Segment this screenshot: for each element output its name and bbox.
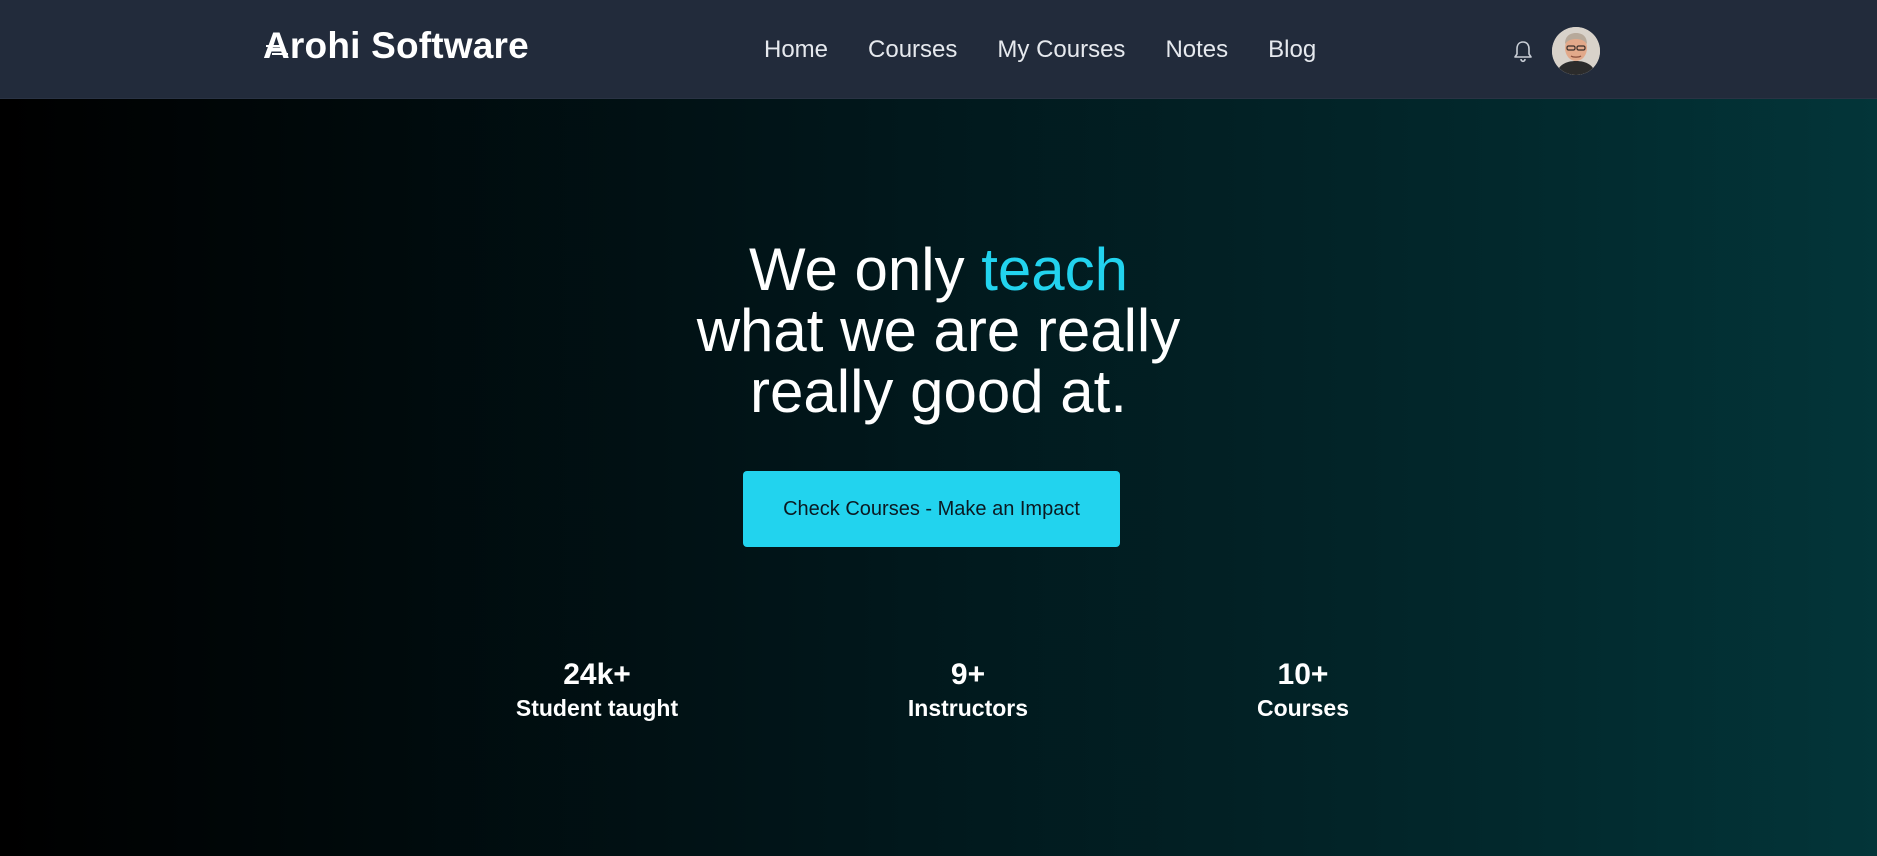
brand-mark-icon <box>266 45 288 55</box>
main-nav: Home Courses My Courses Notes Blog <box>764 32 1316 68</box>
stat-label: Student taught <box>515 695 679 721</box>
stat-value: 24k+ <box>563 658 631 691</box>
bell-icon[interactable] <box>1512 39 1534 63</box>
nav-item-blog[interactable]: Blog <box>1268 32 1316 68</box>
hero-headline: We only teach what we are really really … <box>0 239 1877 422</box>
stat-students: 24k+ Student taught <box>467 657 727 723</box>
nav-item-courses[interactable]: Courses <box>868 32 957 68</box>
stat-value: 10+ <box>1277 658 1329 691</box>
brand-name: Arohi Software <box>263 25 529 66</box>
avatar[interactable] <box>1552 27 1600 75</box>
stat-instructors: 9+ Instructors <box>838 657 1098 723</box>
nav-item-home[interactable]: Home <box>764 32 828 68</box>
headline-line2: what we are really <box>696 297 1181 364</box>
headline-line3: really good at. <box>750 358 1127 425</box>
brand-logo[interactable]: Arohi Software <box>263 24 529 68</box>
stat-value: 9+ <box>950 658 986 691</box>
headline-accent-word: teach <box>981 236 1129 303</box>
stat-label: Instructors <box>907 695 1029 721</box>
stat-courses: 10+ Courses <box>1173 657 1433 723</box>
headline-line1-prefix: We only <box>748 236 982 303</box>
top-navbar: Arohi Software Home Courses My Courses N… <box>0 0 1877 99</box>
stat-label: Courses <box>1256 695 1350 721</box>
check-courses-button[interactable]: Check Courses - Make an Impact <box>743 471 1120 547</box>
user-avatar-icon <box>1552 27 1600 75</box>
nav-item-my-courses[interactable]: My Courses <box>997 32 1125 68</box>
nav-item-notes[interactable]: Notes <box>1165 32 1228 68</box>
